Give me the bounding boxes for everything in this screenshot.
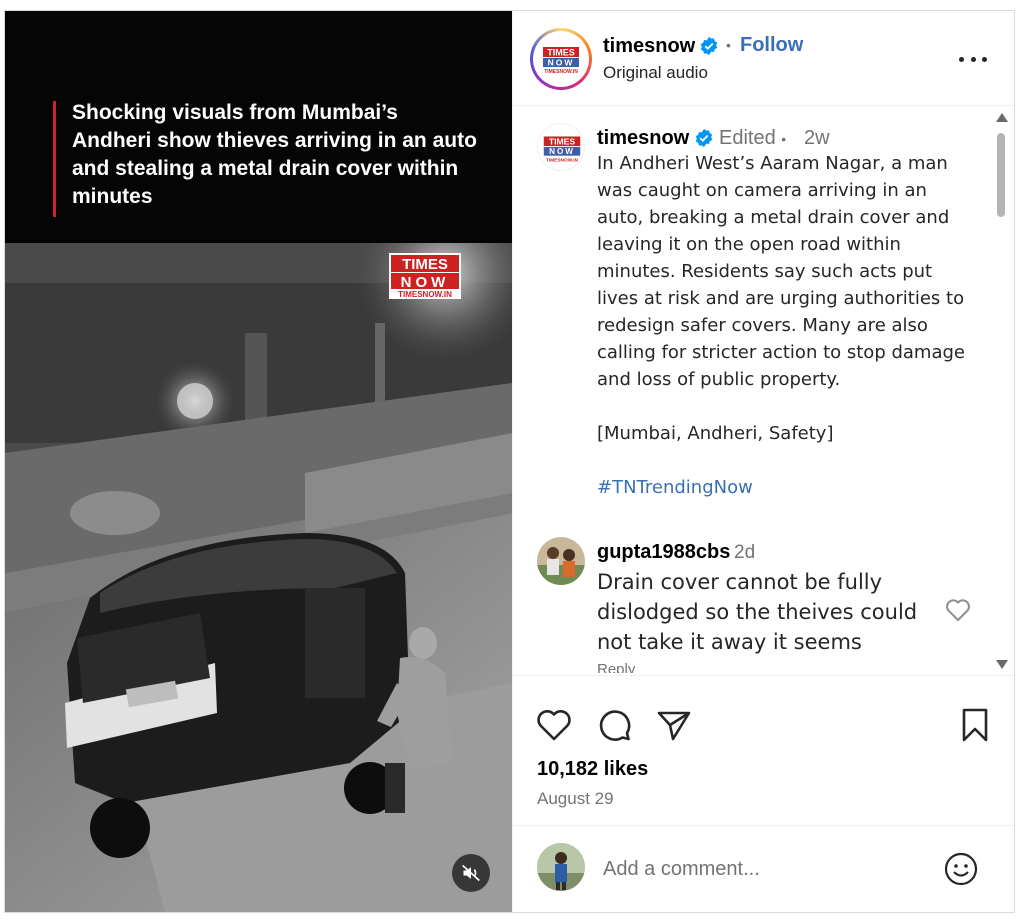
video-caption-band: Shocking visuals from Mumbai’s Andheri s… (5, 11, 512, 243)
times-now-avatar-logo: TIMES NOW TIMESNOW.IN (543, 136, 581, 163)
scroll-down-arrow-icon[interactable] (996, 660, 1008, 669)
post-side-panel: TIMES NOW TIMESNOW.IN timesnow • Follow … (512, 11, 1014, 912)
comment-reply-button[interactable]: Reply (597, 661, 635, 673)
post-date: August 29 (537, 789, 614, 808)
original-audio-link[interactable]: Original audio (603, 63, 708, 83)
scrollbar-thumb[interactable] (997, 133, 1005, 217)
caption-timestamp[interactable]: 2w (804, 127, 830, 150)
current-user-avatar (537, 843, 585, 891)
scroll-up-arrow-icon[interactable] (996, 113, 1008, 122)
caption-accent-rule (53, 101, 56, 217)
more-options-icon[interactable] (959, 47, 987, 71)
add-comment-input[interactable] (603, 854, 923, 884)
caption-author-avatar[interactable]: TIMES NOW TIMESNOW.IN (537, 123, 585, 171)
post-header: TIMES NOW TIMESNOW.IN timesnow • Follow … (513, 11, 1014, 106)
post-media[interactable]: Shocking visuals from Mumbai’s Andheri s… (5, 11, 512, 912)
comments-section[interactable]: TIMES NOW TIMESNOW.IN timesnow Edited • … (513, 107, 1014, 675)
bookmark-icon[interactable] (956, 706, 994, 744)
header-separator: • (726, 37, 731, 53)
svg-text:NOW: NOW (401, 274, 450, 291)
svg-text:NOW: NOW (549, 147, 575, 156)
follow-button[interactable]: Follow (740, 34, 803, 57)
mute-toggle-button[interactable] (452, 854, 490, 892)
svg-text:NOW: NOW (548, 58, 575, 68)
video-caption-text: Shocking visuals from Mumbai’s Andheri s… (72, 101, 477, 208)
comments-scrollbar[interactable] (994, 111, 1008, 671)
cctv-video-frame[interactable] (5, 243, 512, 912)
post-dialog: Shocking visuals from Mumbai’s Andheri s… (4, 10, 1015, 913)
comment-timestamp[interactable]: 2d (734, 542, 755, 564)
comment-body-text: Drain cover cannot be fully dislodged so… (597, 570, 918, 654)
heart-icon[interactable] (535, 706, 573, 744)
comment-like-heart-icon[interactable] (945, 598, 971, 622)
hashtag-link[interactable]: #TNTrendingNow (597, 474, 753, 501)
author-avatar[interactable]: TIMES NOW TIMESNOW.IN (530, 28, 592, 90)
verified-badge-icon (699, 36, 719, 61)
svg-text:TIMESNOW.IN: TIMESNOW.IN (546, 157, 579, 163)
share-icon[interactable] (655, 706, 693, 744)
likes-count[interactable]: 10,182 likes (537, 758, 648, 781)
commenter-avatar[interactable] (537, 537, 585, 585)
edited-label: Edited • (719, 127, 787, 149)
caption-location-tags: [Mumbai, Andheri, Safety] (597, 423, 834, 444)
svg-text:TIMES: TIMES (547, 48, 575, 58)
author-username[interactable]: timesnow (603, 35, 695, 58)
post-actions: 10,182 likes August 29 (513, 675, 1014, 825)
comment-icon[interactable] (596, 706, 634, 744)
commenter-username[interactable]: gupta1988cbs (597, 541, 730, 564)
caption-author-username[interactable]: timesnow (597, 127, 689, 150)
svg-text:TIMES: TIMES (549, 137, 576, 147)
times-now-logo: TIMES NOW TIMESNOW.IN (389, 253, 461, 299)
caption-body-text: In Andheri West’s Aaram Nagar, a man was… (597, 153, 971, 390)
times-now-avatar-logo: TIMES NOW TIMESNOW.IN (536, 34, 586, 84)
svg-text:TIMES: TIMES (402, 256, 448, 273)
comment-composer (513, 825, 1014, 912)
cctv-scene-image (5, 243, 512, 912)
svg-text:TIMESNOW.IN: TIMESNOW.IN (544, 69, 578, 75)
svg-text:TIMESNOW.IN: TIMESNOW.IN (398, 290, 452, 299)
commenter-photo (537, 537, 585, 585)
speaker-muted-icon (462, 864, 480, 882)
emoji-icon[interactable] (943, 851, 979, 887)
